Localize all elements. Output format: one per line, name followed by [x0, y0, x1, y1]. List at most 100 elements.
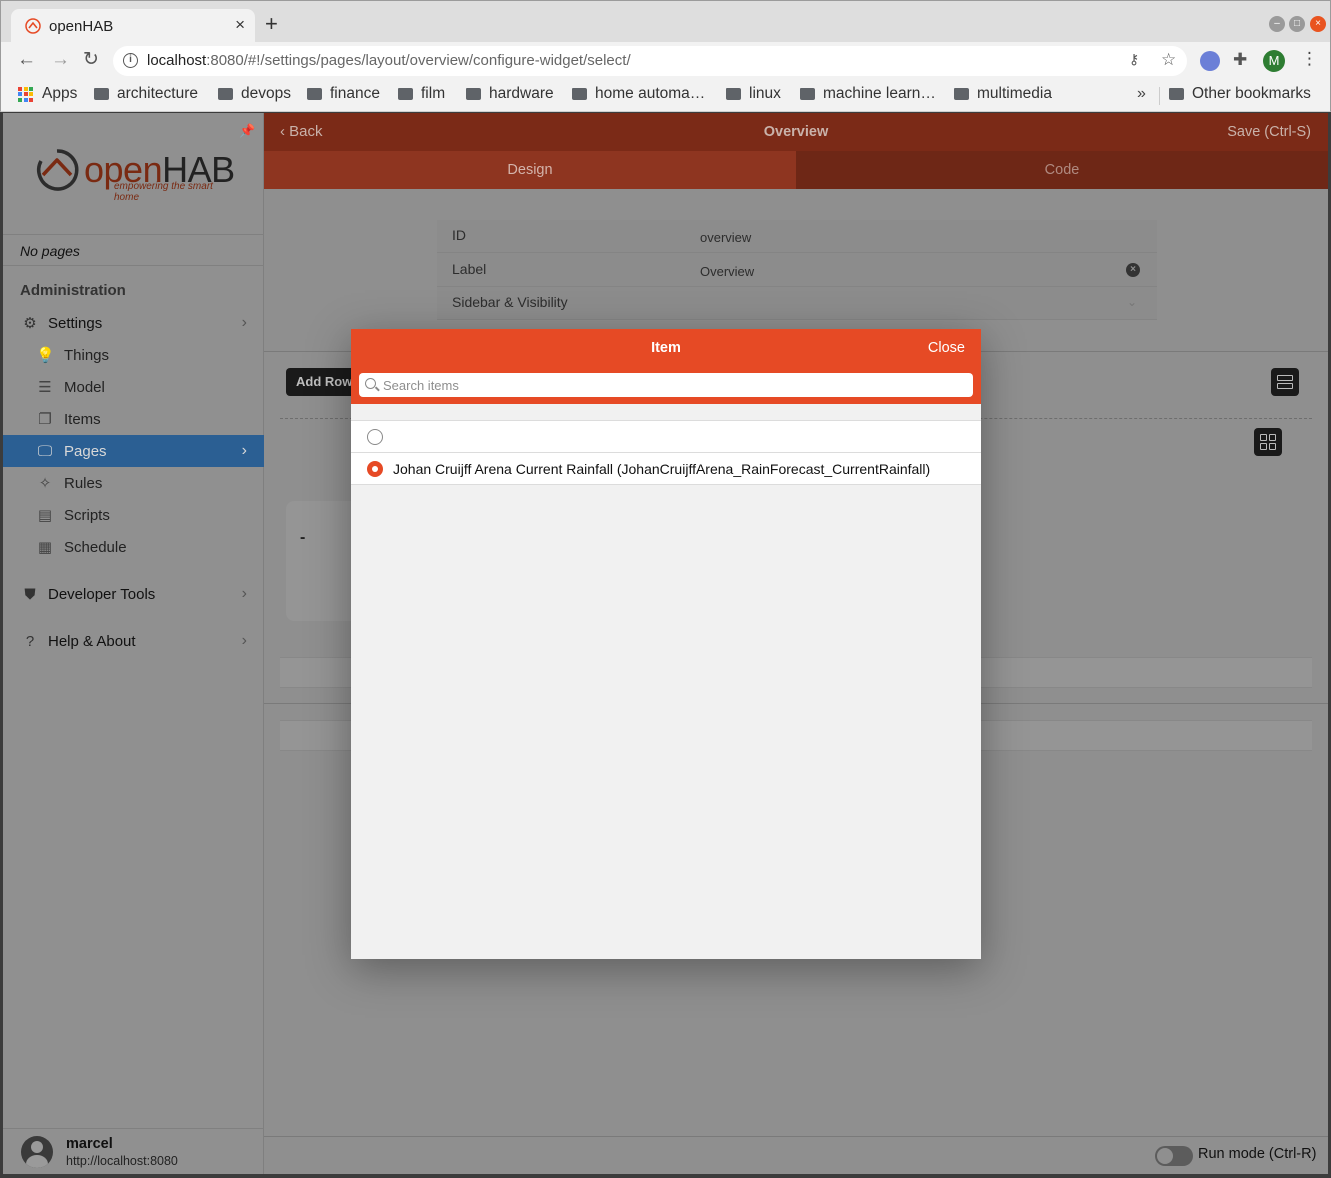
browser-tab[interactable]: openHAB ×	[11, 9, 255, 43]
bookmark-star-icon[interactable]: ☆	[1161, 50, 1176, 70]
pin-icon[interactable]: 📌	[239, 123, 255, 139]
sidebar-item-label: Rules	[64, 474, 103, 492]
sidebar-item-label: Items	[64, 410, 101, 428]
label-row[interactable]: Label Overview ×	[437, 254, 1157, 287]
folder-icon	[466, 88, 481, 100]
clear-icon[interactable]: ×	[1126, 263, 1140, 277]
close-button[interactable]: Close	[928, 340, 965, 356]
copy-icon: ❐	[38, 411, 52, 428]
sidebar-item-items[interactable]: ❐ Items	[3, 403, 264, 435]
sidebar-item-label: Model	[64, 378, 105, 396]
forward-arrow-icon[interactable]: →	[51, 50, 70, 69]
sidebar-item-pages[interactable]: 🖵 Pages ›	[3, 435, 264, 467]
window-minimize-button[interactable]: –	[1269, 16, 1285, 32]
document-icon: ▤	[37, 507, 53, 524]
bookmark-folder[interactable]: film	[398, 85, 445, 103]
bookmark-folder[interactable]: multimedia	[954, 85, 1052, 103]
folder-icon	[218, 88, 233, 100]
tab-design[interactable]: Design	[264, 151, 796, 189]
folder-icon	[1169, 88, 1184, 100]
url-path: :8080/#!/settings/pages/layout/overview/…	[206, 52, 631, 69]
openhab-logo-icon	[37, 149, 79, 191]
rows-layout-icon[interactable]	[1271, 368, 1299, 396]
sidebar-item-developer-tools[interactable]: ⛊ Developer Tools ›	[3, 578, 264, 610]
folder-icon	[800, 88, 815, 100]
bookmark-label: machine learn…	[823, 85, 936, 102]
chevron-down-icon: ⌄	[1127, 295, 1138, 309]
sidebar-item-rules[interactable]: ✧ Rules	[3, 467, 264, 499]
bookmark-label: film	[421, 85, 446, 102]
browser-titlebar: openHAB × + – □ ×	[0, 0, 1331, 43]
run-mode-toggle[interactable]	[1155, 1146, 1193, 1166]
sidebar-item-scripts[interactable]: ▤ Scripts	[3, 499, 264, 531]
sidebar-item-model[interactable]: ☰ Model	[3, 371, 264, 403]
key-icon[interactable]: ⚷	[1129, 51, 1139, 68]
user-info[interactable]: marcel http://localhost:8080	[3, 1128, 264, 1174]
apps-grid-icon	[18, 86, 33, 102]
editor-bottom-toolbar: Run mode (Ctrl-R)	[264, 1136, 1328, 1174]
sidebar-item-help-about[interactable]: ? Help & About ›	[3, 625, 264, 657]
search-box[interactable]	[359, 373, 973, 397]
sidebar-visibility-row[interactable]: Sidebar & Visibility ⌄	[437, 287, 1157, 320]
help-icon: ?	[25, 632, 35, 650]
folder-icon	[398, 88, 413, 100]
bookmark-folder[interactable]: hardware	[466, 85, 554, 103]
profile-avatar[interactable]: M	[1263, 50, 1285, 72]
bookmark-other[interactable]: Other bookmarks	[1169, 85, 1311, 103]
sidebar-item-things[interactable]: 💡 Things	[3, 339, 264, 371]
bookmark-label: Apps	[42, 85, 78, 102]
bookmark-folder[interactable]: finance	[307, 85, 380, 103]
save-button[interactable]: Save (Ctrl-S)	[1227, 124, 1311, 140]
new-tab-icon[interactable]: +	[265, 13, 278, 35]
label-field-value[interactable]: Overview	[700, 264, 754, 279]
editor-tabs: Design Code	[264, 151, 1328, 189]
sidebar-item-settings[interactable]: ⚙ Settings ›	[3, 307, 264, 339]
search-icon	[365, 378, 376, 389]
extensions-puzzle-icon[interactable]: ✚	[1233, 50, 1253, 70]
user-server-url: http://localhost:8080	[66, 1154, 178, 1168]
logo-tagline: empowering the smart home	[114, 181, 213, 203]
list-item[interactable]	[351, 421, 981, 453]
sidebar-visibility-label: Sidebar & Visibility	[452, 294, 568, 310]
site-info-icon[interactable]: i	[123, 53, 138, 68]
bookmark-folder[interactable]: devops	[218, 85, 291, 103]
browser-menu-icon[interactable]: ⋮	[1301, 49, 1318, 69]
calendar-icon: ▦	[37, 539, 53, 556]
grid-layout-icon[interactable]	[1254, 428, 1282, 456]
tab-title: openHAB	[49, 18, 114, 35]
window-close-button[interactable]: ×	[1310, 16, 1326, 32]
avatar	[21, 1136, 53, 1168]
folder-icon	[94, 88, 109, 100]
bookmark-folder[interactable]: linux	[726, 85, 781, 103]
back-arrow-icon[interactable]: ←	[17, 50, 36, 69]
bookmarks-overflow-icon[interactable]: »	[1137, 85, 1146, 103]
bookmark-apps[interactable]: Apps	[18, 85, 77, 103]
address-bar[interactable]: i localhost:8080/#!/settings/pages/layou…	[113, 46, 1187, 76]
bookmark-label: multimedia	[977, 85, 1052, 102]
radio-checked[interactable]	[367, 461, 383, 477]
search-input[interactable]	[383, 375, 963, 395]
list-item[interactable]: Johan Cruijff Arena Current Rainfall (Jo…	[351, 453, 981, 485]
chevron-right-icon: ›	[241, 442, 247, 459]
tab-close-icon[interactable]: ×	[235, 15, 245, 35]
bookmark-folder[interactable]: machine learn…	[800, 85, 936, 103]
reload-icon[interactable]: ↻	[83, 50, 99, 69]
radio-unchecked[interactable]	[367, 429, 383, 445]
sidebar-item-schedule[interactable]: ▦ Schedule	[3, 531, 264, 563]
id-value: overview	[700, 230, 752, 245]
tab-code[interactable]: Code	[796, 151, 1328, 189]
extension-icon[interactable]	[1200, 51, 1220, 71]
dialog-title: Item	[651, 340, 681, 356]
bookmark-folder[interactable]: architecture	[94, 85, 198, 103]
window-maximize-button[interactable]: □	[1289, 16, 1305, 32]
item-list: Johan Cruijff Arena Current Rainfall (Jo…	[351, 420, 981, 485]
chevron-right-icon: ›	[241, 632, 247, 649]
bookmark-label: devops	[241, 85, 291, 102]
bookmark-label: finance	[330, 85, 380, 102]
bookmark-folder[interactable]: home automa…	[572, 85, 705, 103]
bookmark-label: architecture	[117, 85, 198, 102]
sidebar-item-label: Developer Tools	[48, 585, 156, 603]
sidebar-item-label: Pages	[64, 442, 107, 460]
url-text[interactable]: localhost:8080/#!/settings/pages/layout/…	[147, 52, 631, 69]
page-config-form: ID overview Label Overview × Sidebar & V…	[437, 220, 1157, 320]
